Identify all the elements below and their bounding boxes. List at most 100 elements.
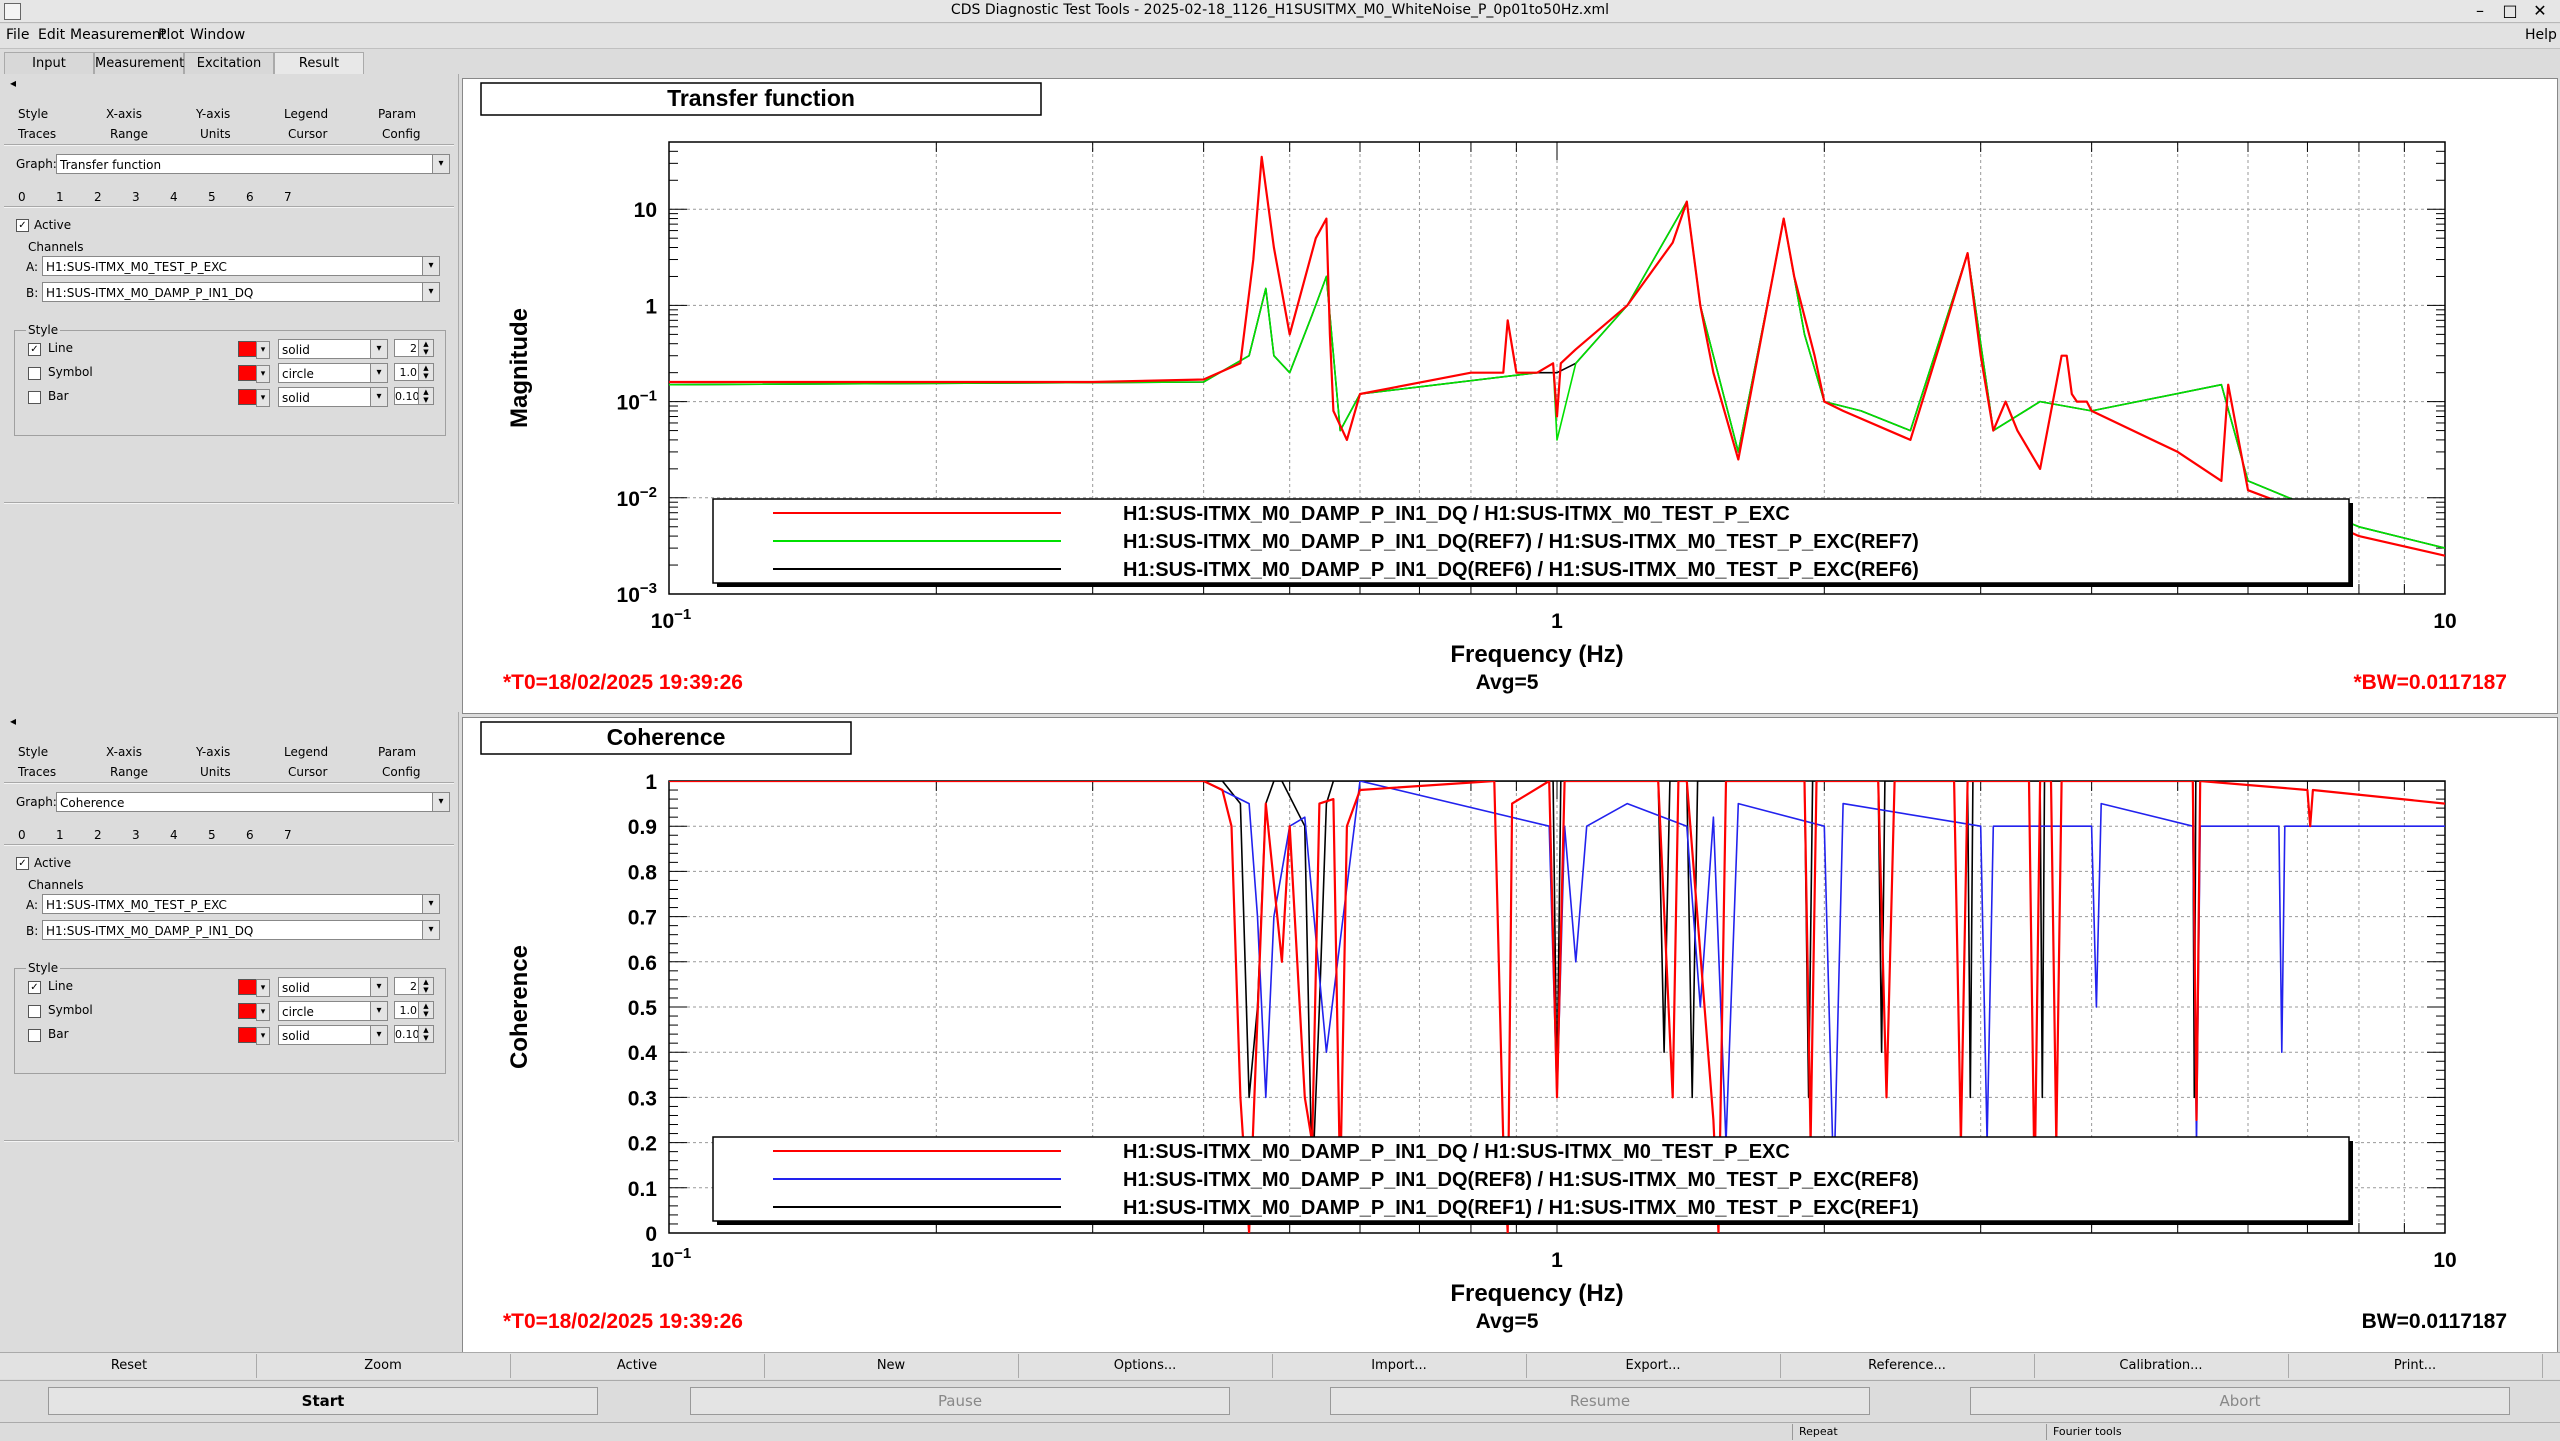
trace-tab-2[interactable]: 2 (94, 190, 102, 204)
subtab-legend[interactable]: Legend (284, 745, 328, 759)
trace-tab-0[interactable]: 0 (18, 828, 26, 842)
subtab-cursor[interactable]: Cursor (288, 765, 327, 779)
collapse-arrow-icon[interactable]: ◂ (10, 76, 16, 90)
bar-style-select[interactable]: solid ▾ (278, 387, 388, 407)
bar-checkbox[interactable] (28, 391, 41, 404)
subtab-range[interactable]: Range (110, 765, 148, 779)
menu-measurement[interactable]: Measurement (70, 27, 166, 43)
subtab-style[interactable]: Style (18, 107, 48, 121)
chevron-down-icon[interactable]: ▾ (256, 365, 270, 383)
line-size-spinner[interactable]: 2 ▲ ▼ (394, 977, 434, 995)
subtab-traces[interactable]: Traces (18, 127, 56, 141)
trace-tab-4[interactable]: 4 (170, 828, 178, 842)
subtab-config[interactable]: Config (382, 765, 421, 779)
subtab-x-axis[interactable]: X-axis (106, 745, 142, 759)
trace-tab-4[interactable]: 4 (170, 190, 178, 204)
chevron-down-icon[interactable]: ▾ (256, 979, 270, 997)
chevron-down-icon[interactable]: ▾ (256, 1003, 270, 1021)
chevron-down-icon[interactable]: ▾ (256, 341, 270, 359)
tab-input[interactable]: Input (4, 52, 94, 74)
tab-measurement[interactable]: Measurement (94, 52, 184, 74)
spinner-arrows-icon[interactable]: ▲ ▼ (418, 364, 433, 380)
bar-color-swatch[interactable] (238, 1027, 258, 1043)
reference-button[interactable]: Reference... (1780, 1354, 2035, 1378)
trace-tab-2[interactable]: 2 (94, 828, 102, 842)
tab-result[interactable]: Result (274, 52, 364, 74)
trace-tab-5[interactable]: 5 (208, 828, 216, 842)
symbol-style-select[interactable]: circle ▾ (278, 1001, 388, 1021)
trace-tab-6[interactable]: 6 (246, 828, 254, 842)
spinner-arrows-icon[interactable]: ▲ ▼ (418, 1026, 433, 1042)
calibration-button[interactable]: Calibration... (2034, 1354, 2289, 1378)
coherence-plot[interactable]: Coherence10.90.80.70.60.50.40.30.20.1010… (463, 718, 2557, 1352)
subtab-units[interactable]: Units (200, 127, 231, 141)
menu-file[interactable]: File (6, 27, 29, 43)
tab-excitation[interactable]: Excitation (184, 52, 274, 74)
export-button[interactable]: Export... (1526, 1354, 1781, 1378)
trace-tab-1[interactable]: 1 (56, 190, 64, 204)
zoom-button[interactable]: Zoom (256, 1354, 511, 1378)
bar-size-spinner[interactable]: 0.10 ▲ ▼ (394, 387, 434, 405)
active-button[interactable]: Active (510, 1354, 765, 1378)
graph-select[interactable]: Coherence ▾ (56, 792, 450, 812)
print-button[interactable]: Print... (2288, 1354, 2543, 1378)
close-button[interactable]: ✕ (2530, 1, 2550, 20)
active-checkbox[interactable]: ✓ (16, 857, 29, 870)
bar-style-select[interactable]: solid ▾ (278, 1025, 388, 1045)
subtab-x-axis[interactable]: X-axis (106, 107, 142, 121)
menu-edit[interactable]: Edit (38, 27, 65, 43)
subtab-config[interactable]: Config (382, 127, 421, 141)
channel-a-select[interactable]: H1:SUS-ITMX_M0_TEST_P_EXC ▾ (42, 894, 440, 914)
active-checkbox[interactable]: ✓ (16, 219, 29, 232)
symbol-size-spinner[interactable]: 1.0 ▲ ▼ (394, 363, 434, 381)
subtab-style[interactable]: Style (18, 745, 48, 759)
collapse-arrow-icon[interactable]: ◂ (10, 714, 16, 728)
chevron-down-icon[interactable]: ▾ (256, 389, 270, 407)
symbol-color-swatch[interactable] (238, 1003, 258, 1019)
line-color-swatch[interactable] (238, 341, 258, 357)
spinner-arrows-icon[interactable]: ▲ ▼ (418, 978, 433, 994)
spinner-arrows-icon[interactable]: ▲ ▼ (418, 340, 433, 356)
line-style-select[interactable]: solid ▾ (278, 977, 388, 997)
bar-checkbox[interactable] (28, 1029, 41, 1042)
reset-button[interactable]: Reset (2, 1354, 257, 1378)
subtab-legend[interactable]: Legend (284, 107, 328, 121)
transfer-function-plot[interactable]: Transfer function10110−110−210−310−1 1 10F… (463, 79, 2557, 713)
bar-size-spinner[interactable]: 0.10 ▲ ▼ (394, 1025, 434, 1043)
symbol-checkbox[interactable] (28, 1005, 41, 1018)
graph-select[interactable]: Transfer function ▾ (56, 154, 450, 174)
trace-tab-1[interactable]: 1 (56, 828, 64, 842)
line-checkbox[interactable]: ✓ (28, 343, 41, 356)
channel-b-select[interactable]: H1:SUS-ITMX_M0_DAMP_P_IN1_DQ ▾ (42, 282, 440, 302)
line-size-spinner[interactable]: 2 ▲ ▼ (394, 339, 434, 357)
subtab-traces[interactable]: Traces (18, 765, 56, 779)
symbol-style-select[interactable]: circle ▾ (278, 363, 388, 383)
line-color-swatch[interactable] (238, 979, 258, 995)
subtab-param[interactable]: Param (378, 107, 416, 121)
symbol-checkbox[interactable] (28, 367, 41, 380)
trace-tab-3[interactable]: 3 (132, 828, 140, 842)
abort-button[interactable]: Abort (1970, 1387, 2510, 1415)
bar-color-swatch[interactable] (238, 389, 258, 405)
line-checkbox[interactable]: ✓ (28, 981, 41, 994)
trace-tab-6[interactable]: 6 (246, 190, 254, 204)
spinner-arrows-icon[interactable]: ▲ ▼ (418, 388, 433, 404)
spinner-arrows-icon[interactable]: ▲ ▼ (418, 1002, 433, 1018)
trace-tab-0[interactable]: 0 (18, 190, 26, 204)
options-button[interactable]: Options... (1018, 1354, 1273, 1378)
subtab-units[interactable]: Units (200, 765, 231, 779)
menu-help[interactable]: Help (2525, 27, 2557, 43)
line-style-select[interactable]: solid ▾ (278, 339, 388, 359)
menu-window[interactable]: Window (190, 27, 245, 43)
subtab-y-axis[interactable]: Y-axis (196, 745, 230, 759)
trace-tab-7[interactable]: 7 (284, 190, 292, 204)
symbol-color-swatch[interactable] (238, 365, 258, 381)
subtab-range[interactable]: Range (110, 127, 148, 141)
maximize-button[interactable]: □ (2500, 1, 2520, 20)
minimize-button[interactable]: – (2470, 1, 2490, 20)
trace-tab-7[interactable]: 7 (284, 828, 292, 842)
channel-a-select[interactable]: H1:SUS-ITMX_M0_TEST_P_EXC ▾ (42, 256, 440, 276)
subtab-y-axis[interactable]: Y-axis (196, 107, 230, 121)
start-button[interactable]: Start (48, 1387, 598, 1415)
import-button[interactable]: Import... (1272, 1354, 1527, 1378)
